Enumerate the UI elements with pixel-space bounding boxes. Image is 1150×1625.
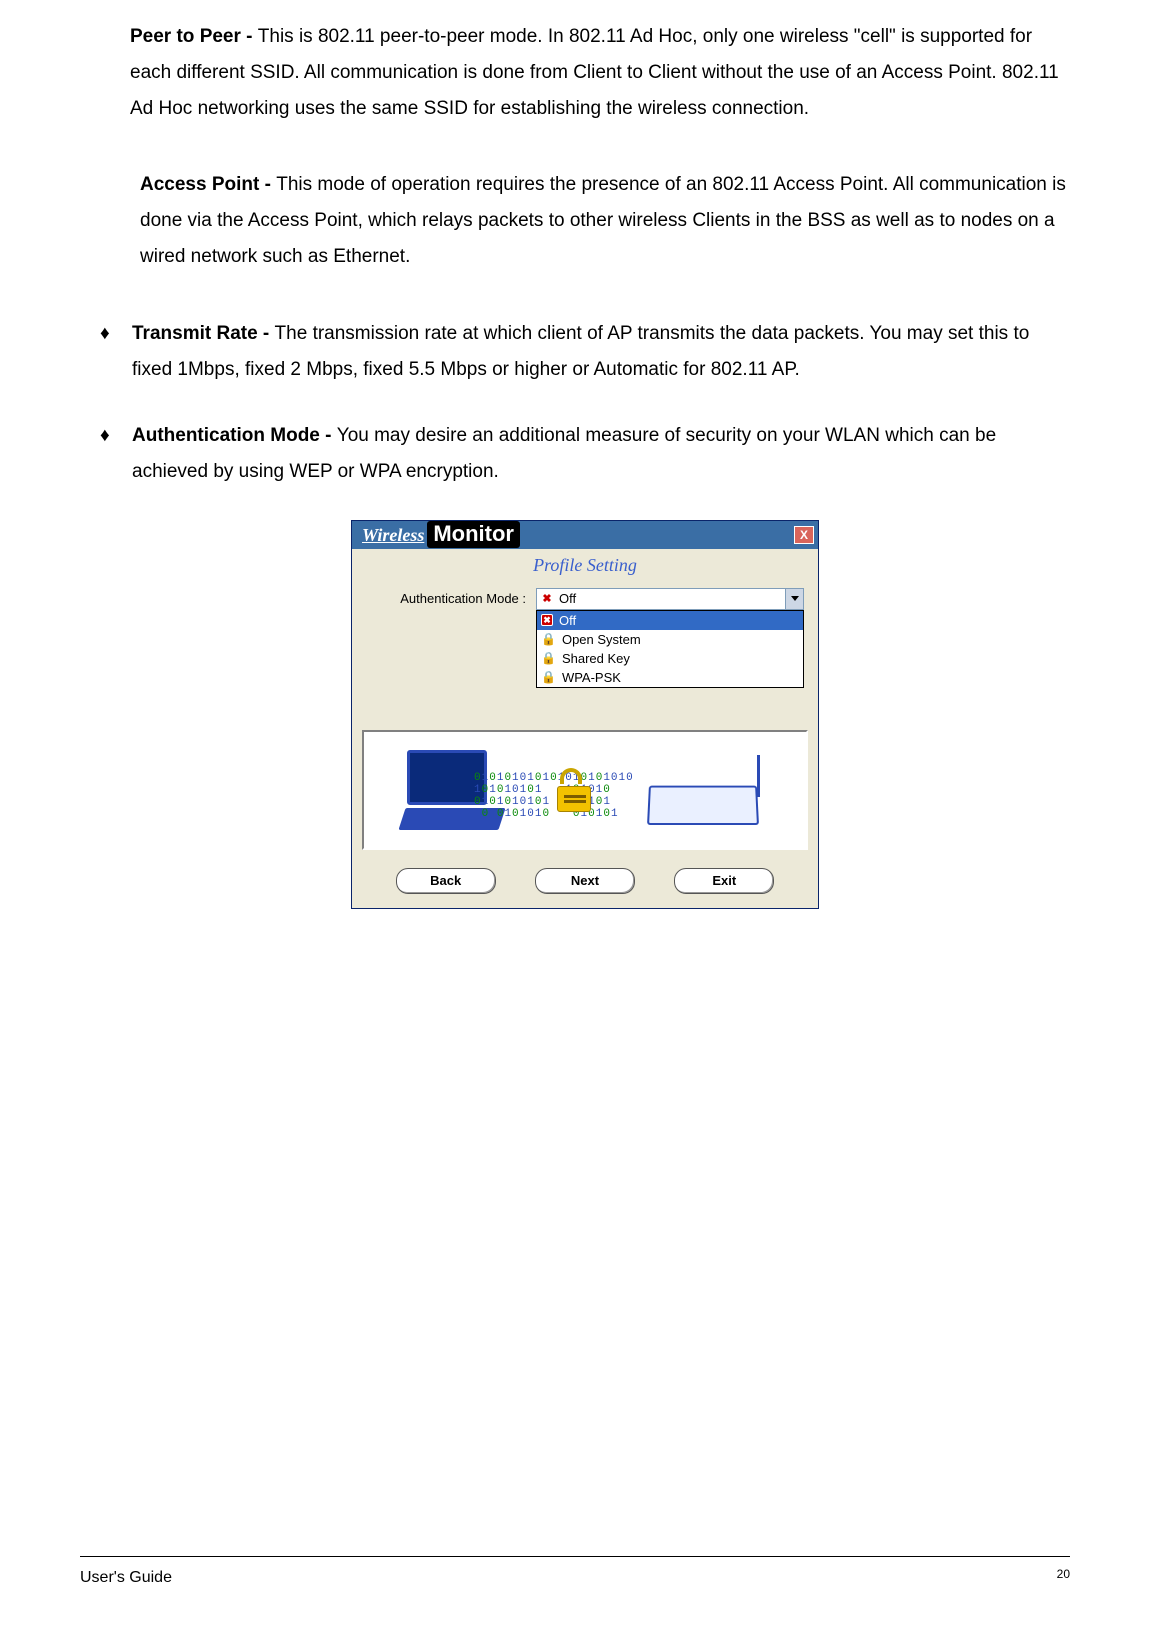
auth-label: Authentication Mode - <box>132 425 337 446</box>
option-label: WPA-PSK <box>562 670 621 685</box>
option-open-system[interactable]: 🔒 Open System <box>537 630 803 649</box>
bullet-icon: ♦ <box>100 316 132 388</box>
paragraph-peer: Peer to Peer - This is 802.11 peer-to-pe… <box>130 19 1070 127</box>
bullet-icon: ♦ <box>100 418 132 490</box>
ap-label: Access Point - <box>140 174 276 195</box>
peer-label: Peer to Peer - <box>130 26 258 47</box>
paragraph-access-point: Access Point - This mode of operation re… <box>140 167 1070 275</box>
illustration-panel: 010101010101010101010 101010101 101010 0… <box>362 730 808 850</box>
dialog-title: Wireless Monitor <box>362 521 520 548</box>
page-number: 20 <box>1057 1563 1070 1593</box>
wireless-monitor-dialog: Wireless Monitor X Profile Setting Authe… <box>351 520 819 909</box>
title-monitor: Monitor <box>427 521 520 548</box>
chevron-down-icon[interactable] <box>785 589 803 609</box>
bullet-transmit-rate: ♦ Transmit Rate - The transmission rate … <box>100 316 1070 388</box>
auth-mode-label: Authentication Mode : <box>366 591 536 606</box>
lock-icon: 🔒 <box>541 632 556 646</box>
exit-button[interactable]: Exit <box>674 868 774 894</box>
peer-text: This is 802.11 peer-to-peer mode. In 802… <box>130 26 1059 119</box>
option-label: Shared Key <box>562 651 630 666</box>
router-icon <box>648 755 768 825</box>
auth-mode-select[interactable]: ✖ Off ✖ Off 🔒 Open System <box>536 588 804 610</box>
ap-text: This mode of operation requires the pres… <box>140 174 1066 267</box>
dialog-titlebar: Wireless Monitor X <box>352 521 818 549</box>
option-wpa-psk[interactable]: 🔒 WPA-PSK <box>537 668 803 687</box>
option-label: Open System <box>562 632 641 647</box>
next-button[interactable]: Next <box>535 868 635 894</box>
off-icon: ✖ <box>541 593 553 605</box>
auth-mode-selected: Off <box>559 591 576 606</box>
dialog-subtitle: Profile Setting <box>352 549 818 588</box>
lock-icon: 🔒 <box>541 651 556 665</box>
close-icon[interactable]: X <box>794 526 814 544</box>
option-label: Off <box>559 613 576 628</box>
bullet-auth-mode: ♦ Authentication Mode - You may desire a… <box>100 418 1070 490</box>
auth-mode-dropdown: ✖ Off 🔒 Open System 🔒 Shared Key 🔒 <box>536 610 804 688</box>
lock-icon: 🔒 <box>541 670 556 684</box>
off-icon: ✖ <box>541 614 553 626</box>
option-shared-key[interactable]: 🔒 Shared Key <box>537 649 803 668</box>
padlock-icon <box>557 768 593 812</box>
title-wireless: Wireless <box>362 525 424 546</box>
rate-label: Transmit Rate - <box>132 323 275 344</box>
option-off[interactable]: ✖ Off <box>537 611 803 630</box>
page-footer: User's Guide 20 <box>80 1556 1070 1593</box>
footer-guide: User's Guide <box>80 1563 172 1593</box>
back-button[interactable]: Back <box>396 868 496 894</box>
